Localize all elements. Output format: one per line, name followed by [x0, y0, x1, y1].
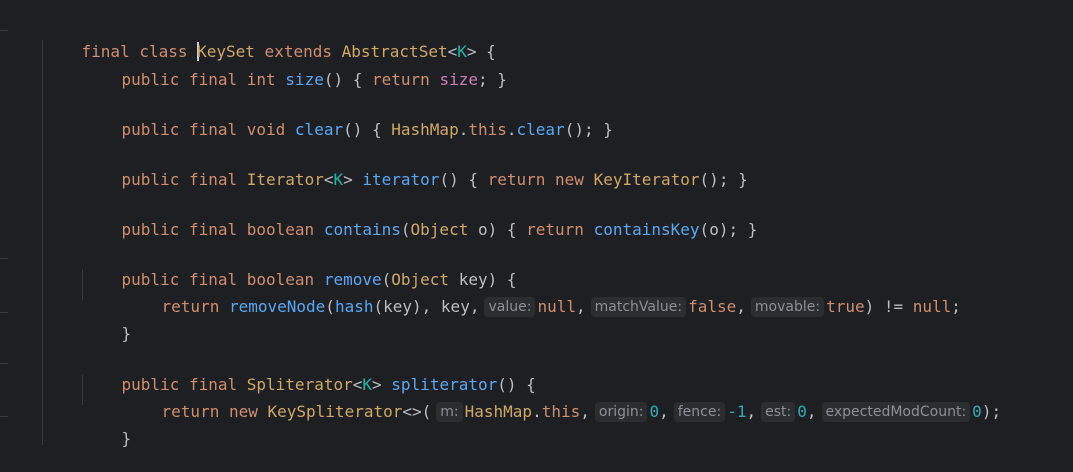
code-line-contains[interactable]: public final boolean contains(Object o) … [83, 197, 758, 239]
punctuation: , [659, 402, 669, 421]
punctuation: ( [373, 297, 384, 316]
indent-guide [42, 40, 43, 445]
keyword: null [912, 297, 952, 316]
inlay-hint-value[interactable]: value: [484, 297, 536, 317]
method-name: clear [294, 120, 344, 139]
parameter: key [383, 297, 413, 316]
punctuation: . [458, 120, 469, 139]
number-literal: -1 [727, 402, 747, 421]
class-name: KeyIterator [593, 170, 700, 189]
number-literal: 0 [797, 402, 807, 421]
keyword: false [688, 297, 737, 316]
keyword: public final [121, 170, 247, 189]
punctuation: > [343, 170, 363, 189]
keyword: return new [487, 170, 594, 189]
punctuation: ); [981, 402, 1002, 421]
keyword: return [526, 220, 594, 239]
keyword: this [468, 120, 507, 139]
punctuation: , [580, 402, 590, 421]
code-editor[interactable]: final class KeySet extends AbstractSet<K… [0, 0, 1073, 448]
keyword: public final boolean [121, 220, 324, 239]
gutter-marker[interactable] [0, 416, 8, 417]
punctuation: , [575, 297, 586, 316]
keyword: public final void [121, 120, 295, 139]
keyword: return [161, 297, 229, 316]
punctuation: ; } [477, 70, 507, 89]
punctuation: , [736, 297, 746, 316]
number-literal: 0 [972, 402, 982, 421]
gutter-marker[interactable] [0, 30, 8, 31]
gutter-marker[interactable] [0, 312, 8, 313]
gutter-marker[interactable] [0, 258, 8, 259]
punctuation: } [121, 429, 132, 448]
number-literal: 0 [649, 402, 660, 421]
inlay-hint-match-value[interactable]: matchValue: [590, 297, 687, 317]
punctuation: ( [325, 297, 335, 316]
punctuation: } [121, 324, 132, 343]
punctuation: (); } [564, 120, 613, 139]
code-line-close-brace[interactable]: } [83, 406, 132, 448]
method-call: clear [516, 120, 565, 139]
keyword: return new [161, 402, 268, 421]
keyword: public final int [121, 70, 286, 89]
punctuation: . [532, 402, 542, 421]
keyword: null [537, 297, 576, 316]
punctuation: , [746, 402, 757, 421]
punctuation: . [506, 120, 517, 139]
code-line-spliterator[interactable]: public final Spliterator<K> spliterator(… [83, 352, 536, 394]
code-line-class-declaration[interactable]: final class KeySet extends AbstractSet<K… [43, 19, 496, 61]
punctuation: <>( [402, 402, 432, 421]
punctuation: ) != [864, 297, 913, 316]
parameter: key [440, 297, 470, 316]
punctuation: () { [343, 120, 392, 139]
inlay-hint-expected-mod-count[interactable]: expectedModCount: [821, 402, 971, 422]
method-name: iterator [362, 170, 440, 189]
inlay-hint-m[interactable]: m: [436, 402, 463, 422]
parameter: o [709, 220, 719, 239]
code-line-clear[interactable]: public final void clear() { HashMap.this… [83, 97, 613, 139]
punctuation: ; [951, 297, 961, 316]
class-name: HashMap [391, 120, 459, 139]
type-name: Object [410, 220, 469, 239]
code-line-iterator[interactable]: public final Iterator<K> iterator() { re… [83, 147, 748, 189]
punctuation: , [806, 402, 817, 421]
method-name: size [285, 70, 324, 89]
code-line-size[interactable]: public final int size() { return size; } [83, 47, 507, 89]
parameter: o [477, 220, 488, 239]
keyword: this [541, 402, 581, 421]
code-line-key-spliterator[interactable]: return new KeySpliterator<>(m: HashMap.th… [123, 379, 1001, 422]
inlay-hint-fence[interactable]: fence: [673, 402, 726, 422]
code-line-remove[interactable]: public final boolean remove(Object key) … [83, 247, 517, 289]
punctuation: () { [439, 170, 488, 189]
punctuation: () { [323, 70, 372, 89]
keyword: return [372, 70, 440, 89]
inlay-hint-origin[interactable]: origin: [594, 402, 648, 422]
inlay-hint-movable[interactable]: movable: [750, 297, 825, 317]
type-name: Iterator [246, 170, 324, 189]
class-name: HashMap [464, 402, 533, 421]
punctuation: ), [412, 297, 441, 316]
method-call: removeNode [228, 297, 326, 316]
punctuation: ); } [718, 220, 758, 239]
punctuation: ( [699, 220, 710, 239]
punctuation: , [469, 297, 480, 316]
code-line-close-brace[interactable]: } [83, 301, 132, 343]
punctuation: ( [400, 220, 411, 239]
inlay-hint-est[interactable]: est: [761, 402, 796, 422]
type-parameter: K [333, 170, 344, 189]
field-name: size [439, 70, 478, 89]
class-name: KeySpliterator [267, 402, 403, 421]
punctuation: (); } [699, 170, 748, 189]
code-line-remove-node[interactable]: return removeNode(hash(key), key, value: n… [123, 274, 961, 317]
method-name: contains [323, 220, 401, 239]
punctuation: ) { [487, 220, 527, 239]
method-call: hash [334, 297, 374, 316]
method-call: containsKey [593, 220, 700, 239]
gutter-marker[interactable] [0, 363, 8, 364]
keyword: true [826, 297, 865, 316]
